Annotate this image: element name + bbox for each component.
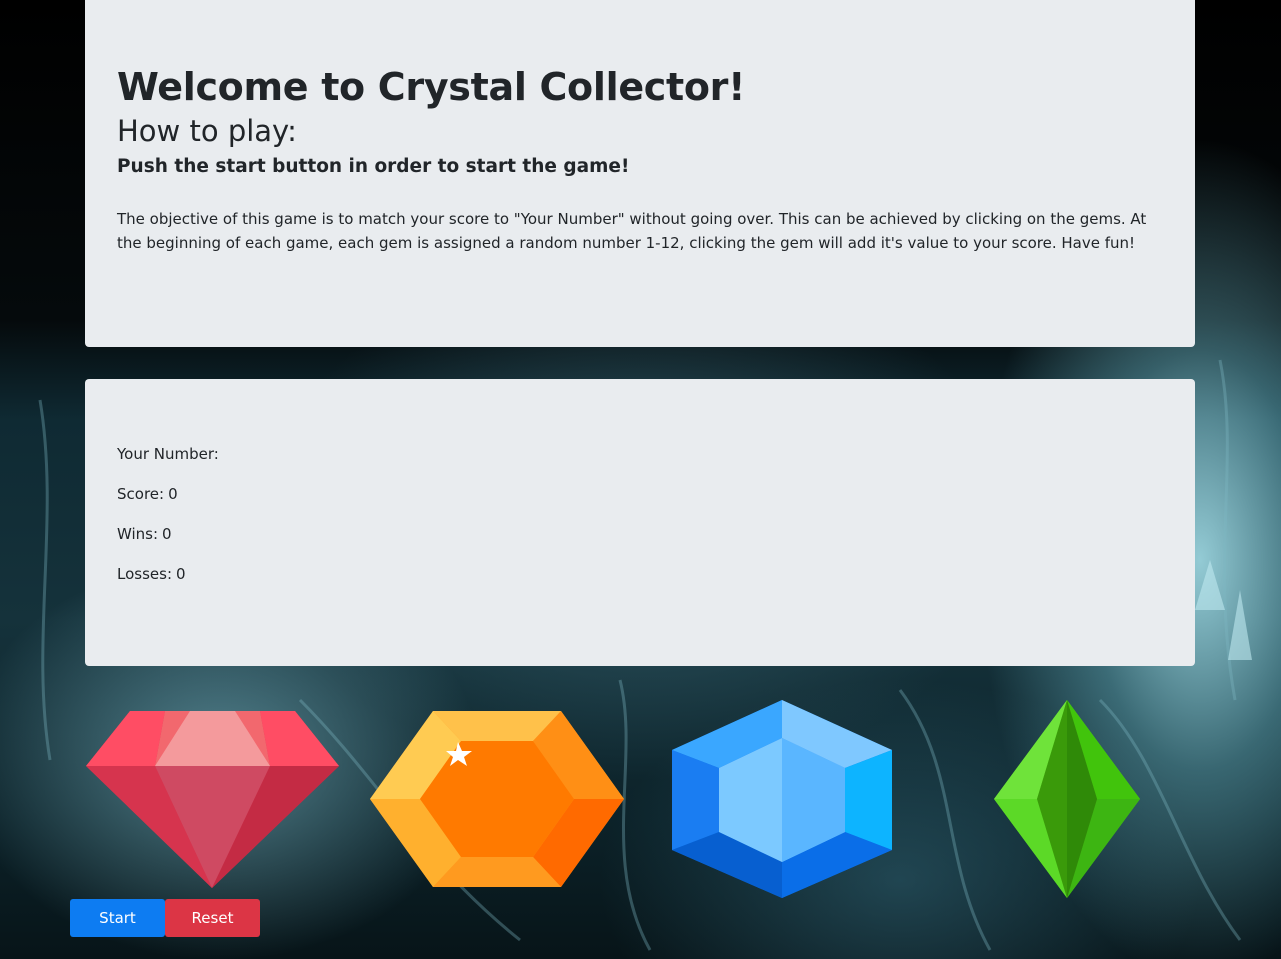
green-rhombus-gem-icon [994, 700, 1140, 898]
orange-hexagon-gem-icon [370, 711, 624, 887]
objective-text: The objective of this game is to match y… [117, 210, 1147, 253]
stats-panel: Your Number: Score: 0 Wins: 0 Losses: 0 [85, 379, 1195, 666]
start-button[interactable]: Start [70, 899, 165, 937]
green-gem-button[interactable] [992, 698, 1142, 900]
wins-row: Wins: 0 [117, 525, 1163, 547]
score-value: 0 [168, 485, 178, 503]
orange-gem-button[interactable] [368, 708, 626, 890]
red-gem-button[interactable] [85, 708, 340, 890]
losses-label: Losses: [117, 565, 172, 583]
blue-gem-button[interactable] [670, 698, 894, 900]
reset-button[interactable]: Reset [165, 899, 260, 937]
losses-row: Losses: 0 [117, 565, 1163, 587]
losses-value: 0 [176, 565, 186, 583]
page-title: Welcome to Crystal Collector! [117, 65, 746, 109]
wins-label: Wins: [117, 525, 159, 543]
start-hint: Push the start button in order to start … [117, 156, 630, 178]
how-to-play-heading: How to play: [117, 113, 297, 148]
score-row: Score: 0 [117, 485, 1163, 507]
blue-hexagon-gem-icon [672, 700, 892, 898]
score-label: Score: [117, 485, 165, 503]
your-number-label: Your Number: [117, 445, 219, 463]
intro-panel: Welcome to Crystal Collector! How to pla… [85, 0, 1195, 347]
your-number-row: Your Number: [117, 445, 1163, 467]
wins-value: 0 [162, 525, 172, 543]
red-diamond-gem-icon [86, 711, 339, 888]
